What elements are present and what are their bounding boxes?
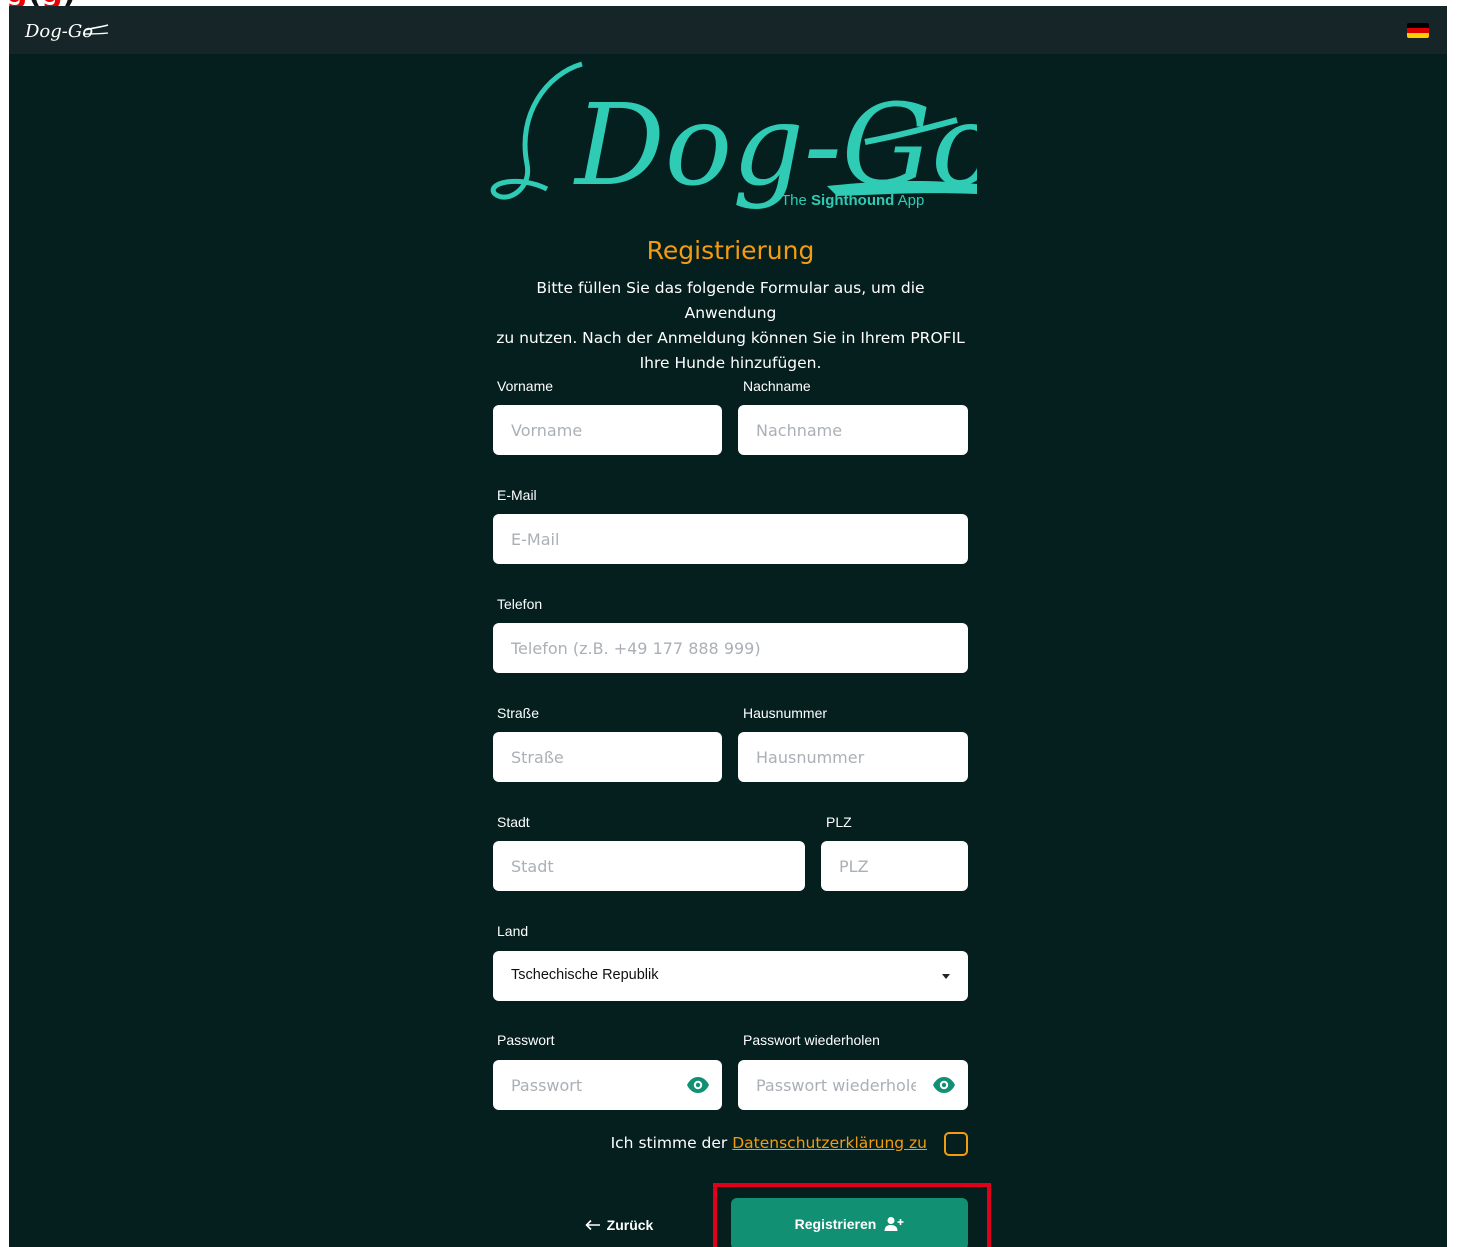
- city-label: Stadt: [497, 814, 530, 830]
- country-label: Land: [497, 923, 529, 939]
- svg-text:Dog-Go: Dog-Go: [24, 21, 93, 42]
- country-select[interactable]: Tschechische Republik: [493, 951, 968, 1001]
- eye-icon[interactable]: [932, 1073, 956, 1097]
- register-button[interactable]: Registrieren: [731, 1198, 968, 1247]
- phone-label: Telefon: [497, 596, 543, 612]
- password-repeat-label: Passwort wiederholen: [743, 1032, 880, 1048]
- arrow-left-icon: [585, 1219, 600, 1230]
- caret-down-icon: [942, 974, 950, 979]
- privacy-consent: Ich stimme der Datenschutzerklärung zu: [610, 1134, 927, 1152]
- app-window: Dog-Go Dog-Go The Sighthound App Registr…: [9, 6, 1447, 1247]
- first-name-input[interactable]: [493, 405, 722, 455]
- street-label: Straße: [497, 705, 540, 721]
- email-input[interactable]: [493, 514, 968, 564]
- privacy-consent-checkbox[interactable]: [944, 1132, 968, 1156]
- last-name-label: Nachname: [743, 378, 811, 394]
- phone-input[interactable]: [493, 623, 968, 673]
- page-title: Registrierung: [646, 236, 815, 265]
- privacy-policy-link[interactable]: Datenschutzerklärung zu: [732, 1134, 927, 1152]
- city-input[interactable]: [493, 841, 805, 891]
- app-logo[interactable]: Dog-Go: [23, 16, 109, 44]
- email-label: E-Mail: [497, 487, 537, 503]
- first-name-label: Vorname: [497, 378, 554, 394]
- house-number-label: Hausnummer: [743, 705, 828, 721]
- add-user-icon: [884, 1217, 904, 1231]
- top-navbar: Dog-Go: [9, 6, 1447, 54]
- password-label: Passwort: [497, 1032, 555, 1048]
- zip-label: PLZ: [826, 814, 852, 830]
- street-input[interactable]: [493, 732, 722, 782]
- back-button[interactable]: Zurück: [554, 1202, 684, 1247]
- intro-text: Bitte füllen Sie das folgende Formular a…: [496, 279, 965, 372]
- register-label: Registrieren: [794, 1216, 877, 1232]
- house-number-input[interactable]: [738, 732, 968, 782]
- eye-icon[interactable]: [686, 1073, 710, 1097]
- last-name-input[interactable]: [738, 405, 968, 455]
- logo-tagline: The Sighthound App: [781, 192, 925, 209]
- zip-input[interactable]: [821, 841, 968, 891]
- language-flag-de[interactable]: [1407, 23, 1429, 38]
- country-selected-value: Tschechische Republik: [511, 967, 659, 983]
- back-label: Zurück: [606, 1216, 654, 1233]
